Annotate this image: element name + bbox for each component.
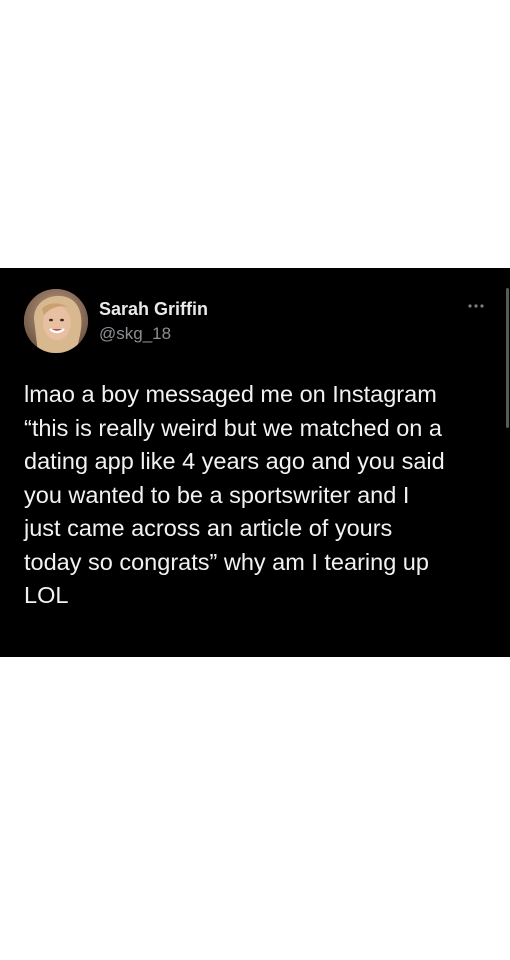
tweet-text: lmao a boy messaged me on Instagram “thi… — [24, 378, 494, 613]
tweet-text-line: just came across an article of yours — [24, 515, 393, 541]
tweet-text-line: lmao a boy messaged me on Instagram — [24, 381, 437, 407]
profile-photo-icon — [24, 289, 88, 353]
tweet-text-line: you wanted to be a sportswriter and I — [24, 481, 410, 508]
more-dots-icon — [468, 304, 484, 308]
handle[interactable]: @skg_18 — [99, 324, 171, 344]
page: Sarah Griffin @skg_18 lmao a boy message… — [0, 0, 510, 960]
avatar[interactable] — [24, 289, 88, 353]
more-options-button[interactable] — [464, 298, 488, 314]
tweet-card[interactable]: Sarah Griffin @skg_18 lmao a boy message… — [0, 268, 510, 657]
tweet-text-line: today so congrats” why am I tearing up — [24, 548, 429, 575]
tweet-text-line: “this is really weird but we matched on … — [24, 414, 442, 441]
tweet-text-line: dating app like 4 years ago and you said — [24, 448, 445, 474]
display-name[interactable]: Sarah Griffin — [99, 299, 208, 320]
scrollbar[interactable] — [506, 288, 509, 428]
tweet-text-line: LOL — [24, 582, 69, 608]
